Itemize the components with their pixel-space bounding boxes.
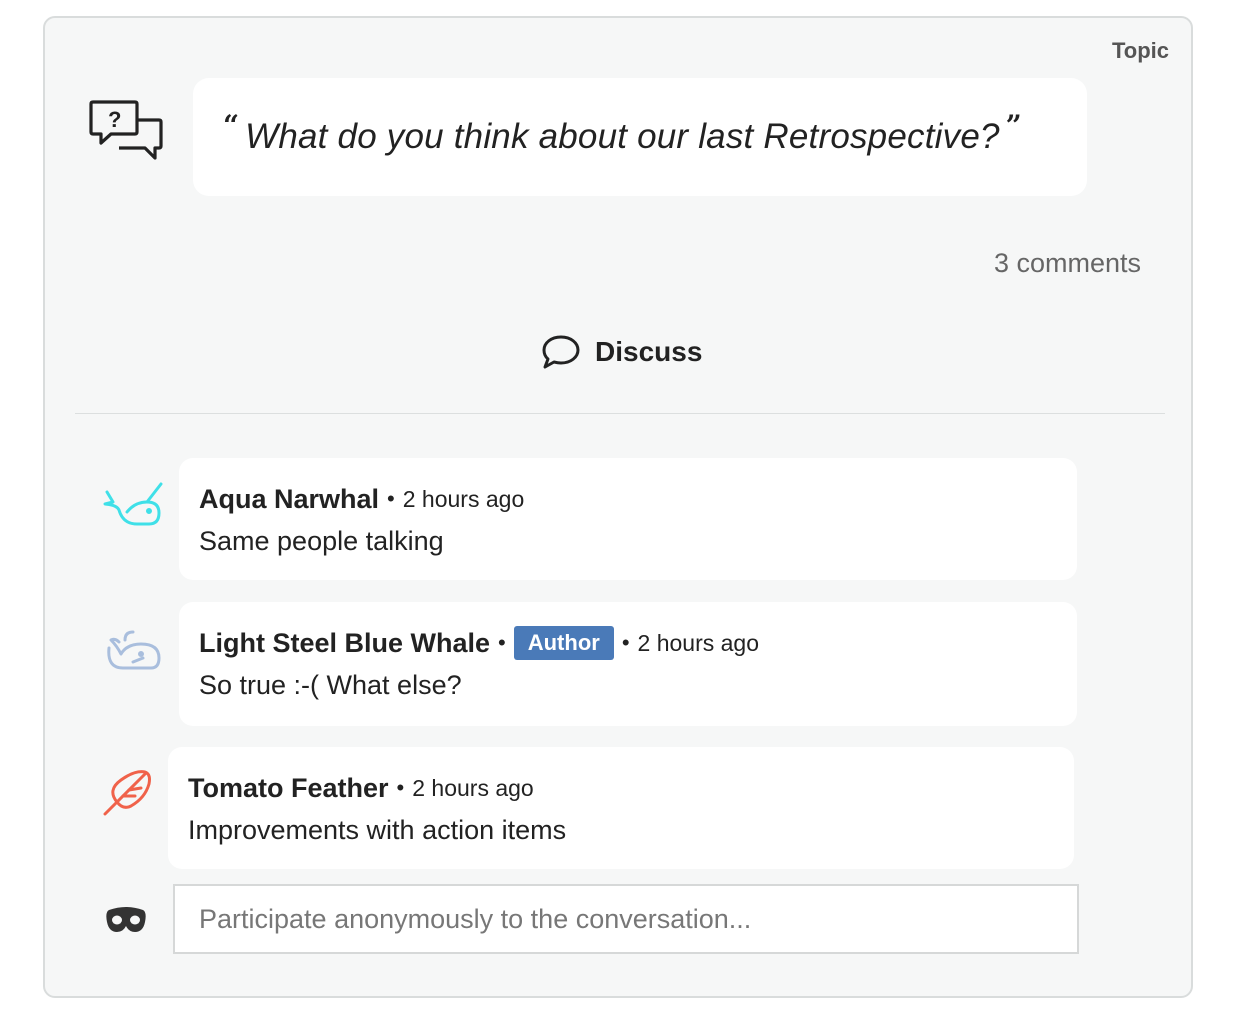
- topic-label: Topic: [1111, 38, 1169, 63]
- comment-author[interactable]: Tomato Feather: [188, 773, 389, 804]
- topic-question-text: What do you think about our last Retrosp…: [245, 117, 1000, 156]
- whale-icon: [107, 630, 161, 670]
- comment-text: Same people talking: [199, 526, 444, 556]
- question-chat-bubbles-icon: ?: [89, 100, 163, 160]
- comment-card: Aqua Narwhal • 2 hours ago Same people t…: [179, 458, 1077, 580]
- author-badge: Author: [513, 626, 614, 660]
- separator: •: [387, 486, 395, 511]
- topic-card: Topic ? “ What do you think about our la…: [43, 16, 1193, 998]
- comment-time: 2 hours ago: [402, 485, 525, 512]
- comment-text: So true :-( What else?: [199, 670, 462, 700]
- comment-time: 2 hours ago: [412, 774, 534, 801]
- comment-time: 2 hours ago: [637, 629, 760, 656]
- comment-author[interactable]: Aqua Narwhal: [199, 484, 379, 515]
- feather-icon: [103, 770, 151, 816]
- mask-icon: [106, 907, 146, 932]
- open-quote: “: [223, 108, 240, 142]
- comment-text: Improvements with action items: [188, 815, 567, 845]
- narwhal-icon: [103, 482, 163, 526]
- comments-count[interactable]: 3 comments: [994, 248, 1141, 279]
- comment-card: Light Steel Blue Whale • Author • 2 hour…: [179, 602, 1077, 726]
- svg-text:?: ?: [108, 107, 121, 132]
- comment-author[interactable]: Light Steel Blue Whale: [199, 628, 490, 659]
- separator: •: [621, 630, 630, 655]
- topic-question: “ What do you think about our last Retro…: [193, 78, 1087, 196]
- anonymous-comment-input[interactable]: [173, 884, 1079, 954]
- close-quote: ”: [1005, 108, 1022, 142]
- divider: [75, 413, 1165, 414]
- comment-card: Tomato Feather • 2 hours ago Improvement…: [168, 747, 1074, 869]
- discuss-button[interactable]: Discuss: [541, 330, 702, 374]
- discuss-label: Discuss: [595, 336, 703, 367]
- separator: •: [498, 630, 506, 655]
- separator: •: [396, 775, 405, 800]
- speech-bubble-icon: [542, 335, 580, 369]
